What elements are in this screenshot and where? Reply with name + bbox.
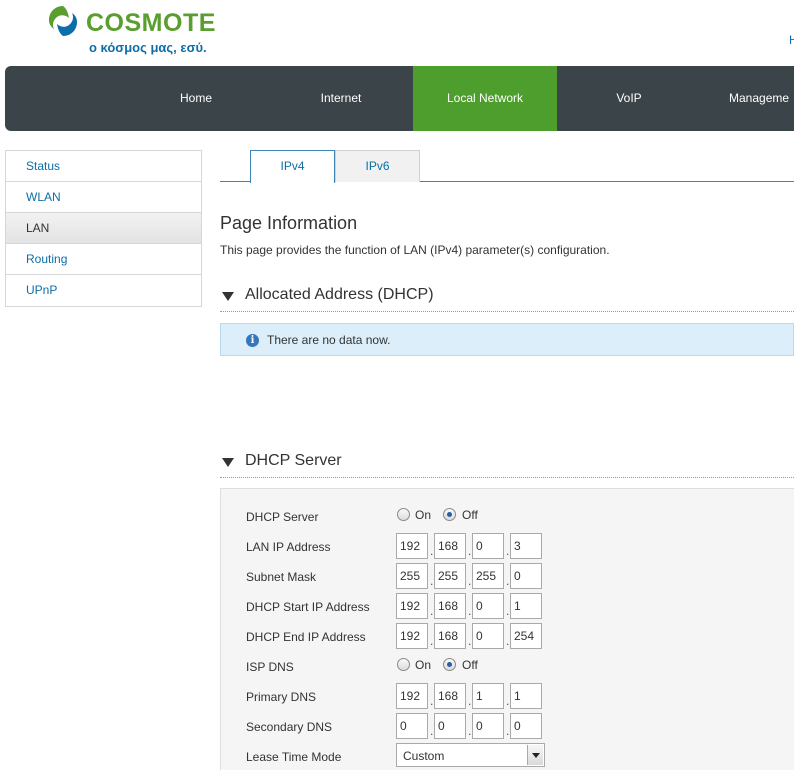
dhcp-end-ip-octet-3[interactable]	[472, 623, 504, 649]
dhcp-server-row: DHCP Server On Off	[246, 503, 786, 529]
isp-dns-on-label: On	[415, 658, 432, 672]
sidebar-item-routing[interactable]: Routing	[6, 244, 201, 275]
secondary-dns-label: Secondary DNS	[246, 720, 333, 734]
primary-dns-octet-2[interactable]	[434, 683, 466, 709]
cosmote-logo-icon	[49, 6, 77, 36]
lease-time-mode-value: Custom	[403, 749, 445, 763]
tab-ipv6[interactable]: IPv6	[335, 150, 420, 182]
allocated-address-heading: Allocated Address (DHCP)	[245, 286, 434, 303]
dhcp-server-section-header[interactable]: DHCP Server	[220, 450, 794, 478]
dhcp-start-ip-field: . . .	[396, 593, 546, 619]
lease-time-mode-row: Lease Time Mode Custom	[246, 743, 786, 769]
lease-time-mode-label: Lease Time Mode	[246, 750, 342, 764]
chevron-down-icon[interactable]	[527, 745, 543, 765]
isp-dns-on-radio[interactable]	[397, 658, 410, 671]
subnet-mask-octet-4[interactable]	[510, 563, 542, 589]
brand-name: COSMOTE	[86, 9, 216, 37]
dhcp-end-ip-octet-1[interactable]	[396, 623, 428, 649]
primary-dns-octet-3[interactable]	[472, 683, 504, 709]
secondary-dns-octet-3[interactable]	[472, 713, 504, 739]
lease-time-mode-select[interactable]: Custom	[396, 743, 546, 769]
main-navigation: Home Internet Local Network VoIP Managem…	[5, 66, 794, 131]
dhcp-start-ip-label: DHCP Start IP Address	[246, 600, 370, 614]
lan-ip-octet-2[interactable]	[434, 533, 466, 559]
lan-ip-octet-3[interactable]	[472, 533, 504, 559]
nav-item-internet[interactable]: Internet	[293, 66, 389, 131]
isp-dns-off-label: Off	[462, 658, 478, 672]
dhcp-server-form: DHCP Server On Off LAN IP Address . . . …	[220, 488, 794, 770]
cosmote-logo: COSMOTE ο κόσμος μας, εσύ.	[46, 4, 246, 56]
dhcp-end-ip-octet-4[interactable]	[510, 623, 542, 649]
ip-version-tabs: IPv4 IPv6	[220, 150, 794, 183]
lan-ip-field: . . .	[396, 533, 546, 559]
sidebar-item-lan[interactable]: LAN	[6, 213, 201, 244]
secondary-dns-octet-1[interactable]	[396, 713, 428, 739]
primary-dns-octet-1[interactable]	[396, 683, 428, 709]
isp-dns-row: ISP DNS On Off	[246, 653, 786, 679]
lan-ip-row: LAN IP Address . . .	[246, 533, 786, 559]
secondary-dns-octet-2[interactable]	[434, 713, 466, 739]
secondary-dns-field: . . .	[396, 713, 546, 739]
sidebar-item-wlan[interactable]: WLAN	[6, 182, 201, 213]
dhcp-server-off-label: Off	[462, 508, 478, 522]
subnet-mask-octet-3[interactable]	[472, 563, 504, 589]
no-data-text: There are no data now.	[267, 333, 391, 347]
collapse-triangle-icon	[222, 292, 234, 301]
tab-ipv4[interactable]: IPv4	[250, 150, 335, 183]
dhcp-server-on-label: On	[415, 508, 432, 522]
dhcp-end-ip-field: . . .	[396, 623, 546, 649]
subnet-mask-field: . . .	[396, 563, 546, 589]
dhcp-server-off-radio[interactable]	[443, 508, 456, 521]
dhcp-start-ip-row: DHCP Start IP Address . . .	[246, 593, 786, 619]
sidebar-item-status[interactable]: Status	[6, 151, 201, 182]
dhcp-end-ip-label: DHCP End IP Address	[246, 630, 366, 644]
dhcp-end-ip-row: DHCP End IP Address . . .	[246, 623, 786, 649]
subnet-mask-octet-2[interactable]	[434, 563, 466, 589]
subnet-mask-label: Subnet Mask	[246, 570, 317, 584]
dhcp-server-heading: DHCP Server	[245, 452, 342, 469]
dhcp-start-ip-octet-4[interactable]	[510, 593, 542, 619]
primary-dns-label: Primary DNS	[246, 690, 317, 704]
page-description: This page provides the function of LAN (…	[220, 243, 610, 257]
primary-dns-octet-4[interactable]	[510, 683, 542, 709]
info-icon: i	[246, 334, 259, 347]
isp-dns-label: ISP DNS	[246, 660, 294, 674]
primary-dns-row: Primary DNS . . .	[246, 683, 786, 709]
page-title: Page Information	[220, 213, 358, 233]
lan-ip-label: LAN IP Address	[246, 540, 331, 554]
nav-item-management[interactable]: Manageme	[729, 66, 794, 131]
subnet-mask-octet-1[interactable]	[396, 563, 428, 589]
dhcp-start-ip-octet-3[interactable]	[472, 593, 504, 619]
dhcp-server-label: DHCP Server	[246, 510, 319, 524]
sidebar-menu: Status WLAN LAN Routing UPnP	[5, 150, 202, 307]
nav-item-home[interactable]: Home	[148, 66, 244, 131]
no-data-message: i There are no data now.	[220, 323, 794, 356]
dhcp-start-ip-octet-2[interactable]	[434, 593, 466, 619]
allocated-address-section-header[interactable]: Allocated Address (DHCP)	[220, 284, 794, 312]
sidebar-item-upnp[interactable]: UPnP	[6, 275, 201, 306]
lan-ip-octet-1[interactable]	[396, 533, 428, 559]
brand-slogan: ο κόσμος μας, εσύ.	[89, 40, 207, 55]
secondary-dns-octet-4[interactable]	[510, 713, 542, 739]
nav-item-local-network[interactable]: Local Network	[413, 66, 557, 131]
dhcp-start-ip-octet-1[interactable]	[396, 593, 428, 619]
dhcp-end-ip-octet-2[interactable]	[434, 623, 466, 649]
top-right-link[interactable]: H	[789, 33, 794, 47]
lan-ip-octet-4[interactable]	[510, 533, 542, 559]
subnet-mask-row: Subnet Mask . . .	[246, 563, 786, 589]
isp-dns-off-radio[interactable]	[443, 658, 456, 671]
dhcp-server-on-radio[interactable]	[397, 508, 410, 521]
primary-dns-field: . . .	[396, 683, 546, 709]
collapse-triangle-icon	[222, 458, 234, 467]
secondary-dns-row: Secondary DNS . . .	[246, 713, 786, 739]
nav-item-voip[interactable]: VoIP	[581, 66, 677, 131]
